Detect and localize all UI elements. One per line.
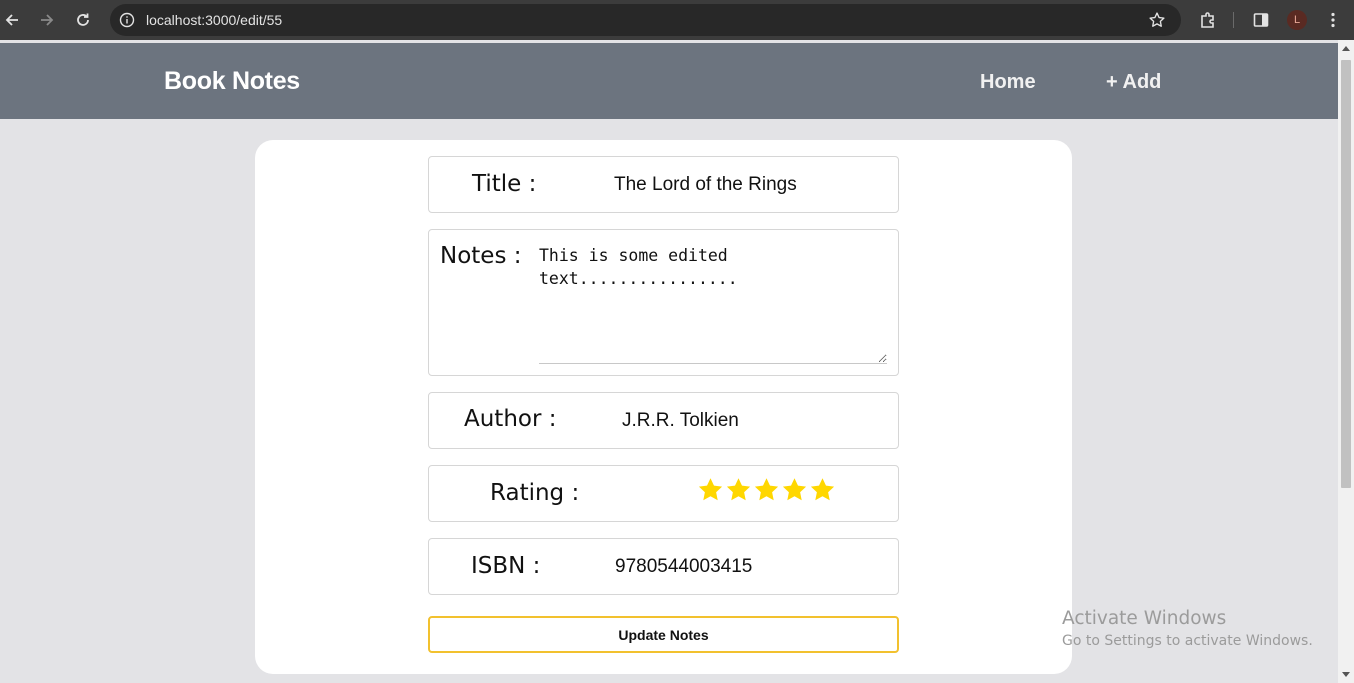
isbn-label: ISBN : bbox=[471, 553, 541, 579]
watermark-title: Activate Windows bbox=[1062, 608, 1227, 629]
notes-label: Notes : bbox=[440, 243, 522, 269]
notes-field: Notes : This is some edited text........… bbox=[428, 229, 899, 376]
rating-star-icon[interactable] bbox=[781, 475, 808, 505]
isbn-field: ISBN : 9780544003415 bbox=[428, 538, 899, 595]
rating-star-icon[interactable] bbox=[809, 475, 836, 505]
browser-toolbar: localhost:3000/edit/55 L bbox=[0, 0, 1354, 40]
nav-add-link[interactable]: + Add bbox=[1106, 71, 1161, 94]
page-viewport: Book Notes Home + Add Title : The Lord o… bbox=[0, 40, 1338, 683]
scroll-up-arrow-icon[interactable] bbox=[1342, 46, 1350, 51]
address-url[interactable]: localhost:3000/edit/55 bbox=[146, 12, 282, 28]
address-bar[interactable]: localhost:3000/edit/55 bbox=[110, 4, 1181, 36]
rating-star-icon[interactable] bbox=[753, 475, 780, 505]
extensions-puzzle-icon[interactable] bbox=[1198, 10, 1218, 30]
author-label: Author : bbox=[464, 406, 557, 432]
kebab-menu-icon[interactable] bbox=[1323, 10, 1343, 30]
toolbar-divider bbox=[1233, 12, 1234, 28]
forward-arrow-icon[interactable] bbox=[37, 10, 57, 30]
profile-avatar[interactable]: L bbox=[1287, 10, 1307, 30]
activate-windows-watermark: Activate Windows Go to Settings to activ… bbox=[1062, 608, 1313, 649]
update-notes-button[interactable]: Update Notes bbox=[428, 616, 899, 653]
title-field: Title : The Lord of the Rings bbox=[428, 156, 899, 213]
author-field: Author : J.R.R. Tolkien bbox=[428, 392, 899, 449]
rating-star-icon[interactable] bbox=[725, 475, 752, 505]
site-info-icon[interactable] bbox=[118, 11, 136, 29]
isbn-input[interactable]: 9780544003415 bbox=[615, 556, 752, 578]
title-input[interactable]: The Lord of the Rings bbox=[614, 174, 797, 196]
rating-field: Rating : bbox=[428, 465, 899, 522]
scrollbar-thumb[interactable] bbox=[1341, 60, 1351, 488]
scroll-down-arrow-icon[interactable] bbox=[1342, 672, 1350, 677]
title-label: Title : bbox=[472, 171, 537, 197]
page-scrollbar[interactable] bbox=[1338, 40, 1354, 683]
author-input[interactable]: J.R.R. Tolkien bbox=[622, 410, 739, 432]
back-arrow-icon[interactable] bbox=[2, 10, 22, 30]
site-header: Book Notes Home + Add bbox=[0, 43, 1338, 119]
rating-stars[interactable] bbox=[697, 475, 836, 505]
nav-home-link[interactable]: Home bbox=[980, 71, 1036, 94]
reload-icon[interactable] bbox=[73, 10, 93, 30]
notes-textarea[interactable]: This is some edited text................ bbox=[539, 244, 887, 364]
brand-logo-text[interactable]: Book Notes bbox=[164, 67, 300, 96]
edit-book-card: Title : The Lord of the Rings Notes : Th… bbox=[255, 140, 1072, 674]
rating-label: Rating : bbox=[490, 480, 580, 506]
rating-star-icon[interactable] bbox=[697, 475, 724, 505]
bookmark-star-icon[interactable] bbox=[1147, 10, 1167, 30]
watermark-subtitle: Go to Settings to activate Windows. bbox=[1062, 633, 1313, 649]
side-panel-icon[interactable] bbox=[1251, 10, 1271, 30]
